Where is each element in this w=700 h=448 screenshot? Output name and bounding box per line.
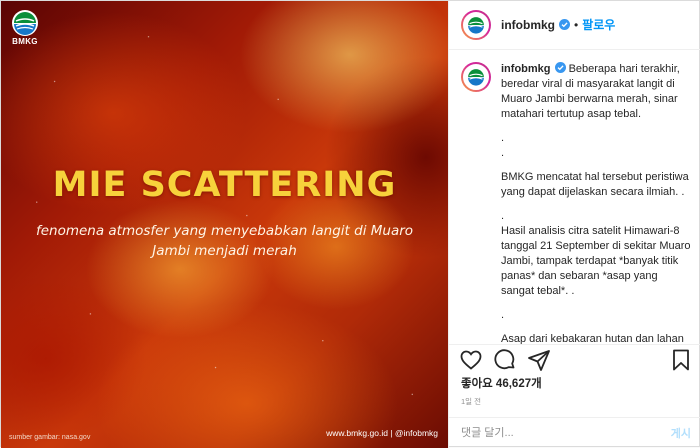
post-header: infobmkg • 팔로우 [449,1,700,50]
image-headline: MIE SCATTERING [52,165,397,205]
image-website-credit: www.bmkg.go.id | @infobmkg [326,428,438,438]
caption-row: infobmkg Beberapa hari terakhir, beredar… [461,61,691,345]
caption-username[interactable]: infobmkg [501,63,551,75]
heart-icon[interactable] [459,348,483,372]
verified-badge-icon [554,61,566,73]
image-subline: fenomena atmosfer yang menyebabkan langi… [35,223,414,259]
caption-avatar-image [463,63,489,90]
caption-dot: . [501,308,505,321]
comment-icon[interactable] [493,348,517,372]
bmkg-logo-icon [12,10,38,36]
caption-gap [501,323,691,332]
caption-paragraph: Hasil analisis citra satelit Himawari-8 … [501,224,691,297]
caption-dot: . [501,146,505,159]
comment-box: 게시 [449,416,700,448]
verified-badge-icon [559,19,570,31]
comment-input[interactable] [461,426,663,439]
post-timestamp[interactable]: 1일 전 [449,393,700,411]
bmkg-avatar-icon [468,17,484,34]
logo-text: BMKG [12,37,38,46]
bookmark-icon[interactable] [669,348,693,372]
post-image[interactable]: BMKG MIE SCATTERING fenomena atmosfer ya… [1,1,448,448]
avatar[interactable] [461,9,491,40]
post-side-panel: infobmkg • 팔로우 infobmkg Beberapa hari te… [448,1,700,448]
share-icon[interactable] [527,348,551,372]
caption-dot: . [501,209,505,222]
caption-paragraph: Asap dari kebakaran hutan dan lahan ini … [501,332,684,345]
like-count[interactable]: 좋아요 46,627개 [449,376,700,393]
caption-text: infobmkg Beberapa hari terakhir, beredar… [501,61,691,345]
post-comment-button[interactable]: 게시 [671,425,691,441]
action-bar [449,344,700,375]
caption-paragraph: BMKG mencatat hal tersebut peristiwa yan… [501,170,689,198]
caption-area: infobmkg Beberapa hari terakhir, beredar… [449,50,700,344]
bmkg-logo: BMKG [10,9,40,46]
avatar-image [463,11,489,38]
image-source-credit: sumber gambar: nasa.gov [9,434,91,441]
separator-dot: • [574,17,579,32]
bmkg-avatar-icon [468,69,484,86]
caption-first-paragraph: infobmkg Beberapa hari terakhir, beredar… [501,61,691,122]
caption-dot: . [501,131,505,144]
instagram-post: BMKG MIE SCATTERING fenomena atmosfer ya… [0,0,700,448]
follow-button[interactable]: 팔로우 [582,16,615,33]
caption-avatar[interactable] [461,61,491,92]
header-username[interactable]: infobmkg [501,18,555,32]
